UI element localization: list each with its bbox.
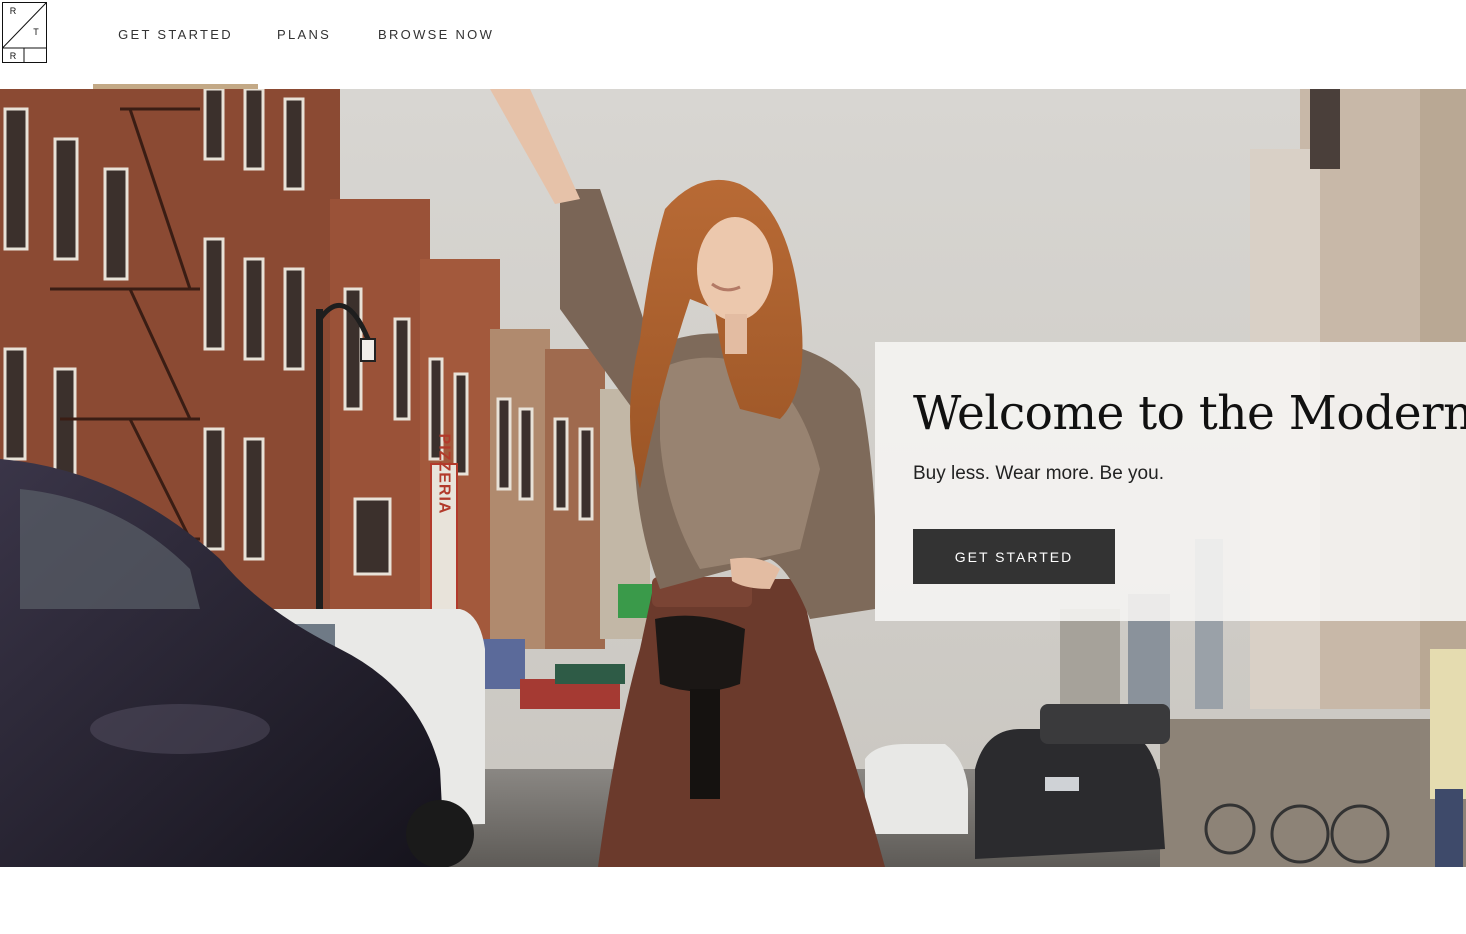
nav-browse-now[interactable]: BROWSE NOW <box>378 0 494 89</box>
nav-plans[interactable]: PLANS <box>277 0 331 89</box>
page: R T R GET STARTED PLANS BROWSE NOW PIZZE… <box>0 0 1466 934</box>
hero-title: Welcome to the Modern <box>913 386 1466 441</box>
site-header: R T R GET STARTED PLANS BROWSE NOW <box>0 0 1466 89</box>
logo-letter-t: T <box>33 27 39 37</box>
nav-get-started[interactable]: GET STARTED <box>93 0 258 89</box>
rtr-logo[interactable]: R T R <box>2 2 47 63</box>
pizzeria-sign: PIZZERIA <box>436 434 453 515</box>
logo-letter-r2: R <box>10 51 17 61</box>
get-started-button[interactable]: GET STARTED <box>913 529 1115 584</box>
hero-section: PIZZERIA Welcome to the Modern Buy less.… <box>0 89 1466 867</box>
hero-subtitle: Buy less. Wear more. Be you. <box>913 463 1164 484</box>
logo-letter-r1: R <box>10 6 17 16</box>
hero-overlay-card: Welcome to the Modern Buy less. Wear mor… <box>875 342 1466 621</box>
